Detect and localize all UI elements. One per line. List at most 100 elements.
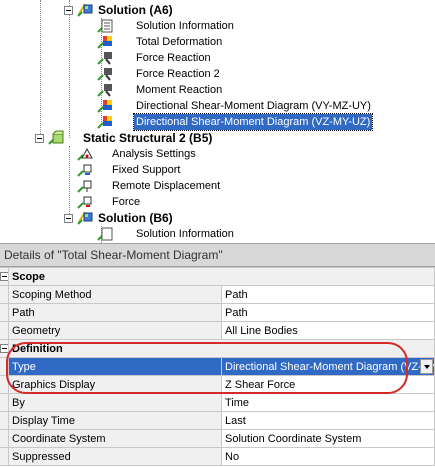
outline-tree: Solution (A6) Solution Information Total… — [0, 0, 435, 243]
row-geometry[interactable]: Geometry All Line Bodies — [0, 321, 435, 340]
collapse-icon[interactable] — [35, 134, 44, 143]
details-grid: Scope Scoping Method Path Path Path Geom… — [0, 267, 435, 466]
static-structural-icon — [48, 130, 64, 145]
grid-gutter — [0, 411, 9, 430]
reaction-probe-icon — [97, 84, 112, 97]
grid-gutter — [0, 285, 9, 304]
property-value[interactable]: Path — [221, 303, 435, 322]
tree-item-label: Directional Shear-Moment Diagram (VY-MZ-… — [136, 100, 371, 112]
grid-gutter — [0, 303, 9, 322]
deformation-result-icon — [97, 100, 112, 113]
tree-item-label: Solution (B6) — [98, 211, 173, 225]
property-value[interactable]: Z Shear Force — [221, 375, 435, 394]
force-icon — [77, 196, 92, 209]
property-name: Scoping Method — [8, 285, 222, 304]
tree-item-label: Solution Information — [136, 228, 234, 240]
deformation-result-icon — [97, 116, 112, 129]
property-value[interactable]: Time — [221, 393, 435, 412]
property-value[interactable]: No — [221, 447, 435, 466]
tree-item-label: Force — [112, 196, 141, 208]
grid-gutter — [0, 321, 9, 340]
tree-item-remote-displacement[interactable]: Remote Displacement — [64, 178, 264, 194]
tree-item-solution-b6[interactable]: Solution (B6) — [64, 210, 244, 226]
row-graphics-display[interactable]: Graphics Display Z Shear Force — [0, 375, 435, 394]
reaction-probe-icon — [97, 68, 112, 81]
property-name: Suppressed — [8, 447, 222, 466]
solution-information-icon — [97, 19, 113, 33]
tree-item-label: Solution Information — [136, 20, 234, 32]
grid-gutter — [0, 357, 9, 376]
dropdown-arrow-icon[interactable] — [420, 359, 433, 374]
row-path[interactable]: Path Path — [0, 303, 435, 322]
row-coordinate-system[interactable]: Coordinate System Solution Coordinate Sy… — [0, 429, 435, 448]
tree-item-total-deformation[interactable]: Total Deformation — [96, 34, 296, 50]
grid-gutter — [0, 339, 9, 358]
tree-item-label: Solution (A6) — [98, 3, 173, 17]
details-panel: Details of "Total Shear-Moment Diagram" … — [0, 243, 435, 467]
collapse-icon[interactable] — [64, 214, 73, 223]
row-scoping-method[interactable]: Scoping Method Path — [0, 285, 435, 304]
property-name: Path — [8, 303, 222, 322]
property-name: By — [8, 393, 222, 412]
property-name: Display Time — [8, 411, 222, 430]
property-value[interactable]: Last — [221, 411, 435, 430]
tree-item-label: Analysis Settings — [112, 148, 196, 160]
remote-displacement-icon — [77, 180, 92, 193]
tree-item-label: Directional Shear-Moment Diagram (VZ-MY-… — [132, 113, 374, 131]
tree-item-force[interactable]: Force — [64, 194, 264, 210]
row-by[interactable]: By Time — [0, 393, 435, 412]
property-name: Type — [8, 357, 222, 376]
property-value[interactable]: Path — [221, 285, 435, 304]
analysis-settings-icon — [77, 147, 93, 161]
tree-item-solution-a6[interactable]: Solution (A6) — [64, 2, 244, 18]
type-select[interactable]: Directional Shear-Moment Diagram (VZ-MY-… — [221, 357, 435, 376]
tree-item-label: Static Structural 2 (B5) — [83, 131, 213, 145]
tree-item-dsm-vy[interactable]: Directional Shear-Moment Diagram (VY-MZ-… — [96, 98, 396, 114]
fixed-support-icon — [77, 164, 92, 177]
tree-connector — [69, 0, 70, 138]
row-suppressed[interactable]: Suppressed No — [0, 447, 435, 466]
property-name: Geometry — [8, 321, 222, 340]
property-value: Directional Shear-Moment Diagram (VZ-MY-… — [225, 360, 434, 373]
group-definition[interactable]: Definition — [0, 339, 435, 358]
tree-item-label: Remote Displacement — [112, 180, 221, 192]
grid-gutter — [0, 393, 9, 412]
tree-item-label: Force Reaction 2 — [136, 68, 220, 80]
tree-item-dsm-vz[interactable]: Directional Shear-Moment Diagram (VZ-MY-… — [96, 113, 396, 131]
group-label: Scope — [8, 267, 435, 286]
tree-item-label: Total Deformation — [136, 36, 223, 48]
solution-icon — [77, 211, 93, 225]
solution-information-icon — [97, 227, 113, 241]
row-display-time[interactable]: Display Time Last — [0, 411, 435, 430]
collapse-icon[interactable] — [0, 272, 8, 282]
row-type[interactable]: Type Directional Shear-Moment Diagram (V… — [0, 357, 435, 376]
grid-gutter — [0, 375, 9, 394]
tree-item-analysis-settings[interactable]: Analysis Settings — [64, 146, 264, 162]
collapse-icon[interactable] — [64, 6, 73, 15]
property-value[interactable]: Solution Coordinate System — [221, 429, 435, 448]
group-label: Definition — [8, 339, 435, 358]
grid-gutter — [0, 267, 9, 286]
tree-item-force-reaction-2[interactable]: Force Reaction 2 — [96, 66, 296, 82]
tree-connector — [40, 0, 41, 138]
tree-item-solution-information[interactable]: Solution Information — [96, 18, 296, 34]
tree-item-static-structural-2[interactable]: Static Structural 2 (B5) — [35, 130, 255, 146]
tree-item-label: Fixed Support — [112, 164, 181, 176]
group-scope[interactable]: Scope — [0, 267, 435, 286]
reaction-probe-icon — [97, 52, 112, 65]
tree-item-force-reaction[interactable]: Force Reaction — [96, 50, 296, 66]
grid-gutter — [0, 429, 9, 448]
tree-item-label: Moment Reaction — [136, 84, 223, 96]
grid-gutter — [0, 447, 9, 466]
property-name: Graphics Display — [8, 375, 222, 394]
tree-item-moment-reaction[interactable]: Moment Reaction — [96, 82, 296, 98]
property-value[interactable]: All Line Bodies — [221, 321, 435, 340]
tree-item-label: Force Reaction — [136, 52, 211, 64]
tree-item-solution-information-b6[interactable]: Solution Information — [96, 226, 296, 242]
property-name: Coordinate System — [8, 429, 222, 448]
solution-icon — [77, 3, 93, 17]
tree-item-fixed-support[interactable]: Fixed Support — [64, 162, 264, 178]
deformation-result-icon — [97, 36, 112, 49]
details-header: Details of "Total Shear-Moment Diagram" — [0, 244, 435, 267]
collapse-icon[interactable] — [0, 344, 8, 354]
